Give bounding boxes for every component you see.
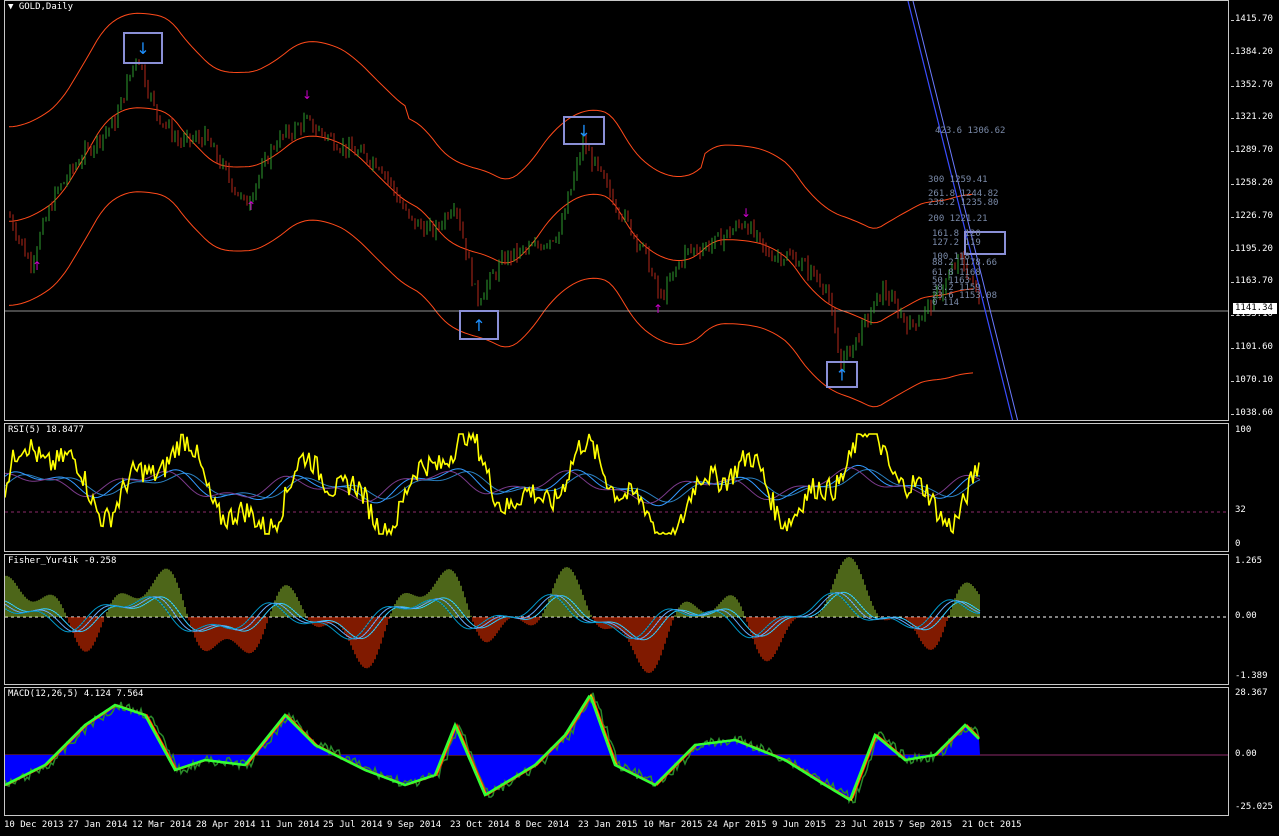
time-axis-tick: 23 Jan 2015 <box>578 820 638 830</box>
time-axis-tick: 8 Dec 2014 <box>515 820 570 830</box>
fisher-axis: 1.265 0.00 -1.389 <box>1231 554 1279 685</box>
price-axis-tick: 1226.70 <box>1235 210 1273 221</box>
time-axis-tick: 28 Apr 2014 <box>196 820 256 830</box>
envelope-upper <box>8 12 974 229</box>
macd-axis: 28.367 0.00 -25.025 <box>1231 687 1279 816</box>
fisher-axis-bottom: -1.389 <box>1235 671 1268 681</box>
price-axis-tick: 1101.60 <box>1235 342 1273 352</box>
price-axis-tick: 1384.20 <box>1235 46 1273 57</box>
fibo-level-label: 88.2 1178.66 <box>932 258 998 268</box>
macd-label: MACD(12,26,5) 4.124 7.564 <box>8 689 144 699</box>
macd-axis-top: 28.367 <box>1235 688 1268 698</box>
rsi-axis-100: 100 <box>1235 425 1252 435</box>
price-axis-tickmark <box>1231 184 1234 185</box>
rsi-line <box>5 431 980 537</box>
minor-up-arrow-icon: ↑ <box>246 199 256 213</box>
fibo-level-label: 300 1259.41 <box>928 175 988 185</box>
fibo-level-label: 238.2 1235.80 <box>928 198 999 208</box>
fisher-label: Fisher_Yur4ik -0.258 <box>8 556 117 566</box>
price-axis-tickmark <box>1231 216 1234 218</box>
price-axis-tick: 1163.70 <box>1235 276 1273 287</box>
rsi-axis-32: 32 <box>1235 505 1246 515</box>
current-price-tag: 1141.34 <box>1233 303 1277 314</box>
minor-up-arrow-icon: ↑ <box>653 302 663 316</box>
macd-canvas[interactable] <box>5 688 1229 816</box>
trend-line-2 <box>912 1 1019 420</box>
envelope-lower <box>8 191 974 408</box>
macd-pane[interactable]: MACD(12,26,5) 4.124 7.564 <box>4 687 1229 816</box>
price-axis-tickmark <box>1231 380 1234 382</box>
fibo-level-label: 423.6 1306.62 <box>935 126 1006 136</box>
price-axis-tickmark <box>1231 20 1234 21</box>
time-axis-tick: 12 Mar 2014 <box>132 820 192 830</box>
price-axis-tick: 1258.20 <box>1235 178 1273 188</box>
price-axis-tick: 1070.10 <box>1235 374 1273 385</box>
price-axis-tick: 1415.70 <box>1235 14 1273 24</box>
fisher-pane[interactable]: Fisher_Yur4ik -0.258 <box>4 554 1229 685</box>
fisher-axis-zero: 0.00 <box>1235 611 1257 621</box>
price-axis: 1415.70 1384.20 1352.70 1321.20 1289.70 1258.… <box>1231 0 1279 421</box>
time-axis-tick: 24 Apr 2015 <box>707 820 767 830</box>
price-axis-tick: 1038.60 <box>1235 407 1273 418</box>
sell-arrow-icon: ↓ <box>136 39 149 58</box>
macd-axis-bottom: -25.025 <box>1235 802 1273 812</box>
time-axis-tick: 9 Jun 2015 <box>772 820 827 830</box>
time-axis-tick: 23 Jul 2015 <box>835 820 895 830</box>
price-axis-tick: 1289.70 <box>1235 145 1273 156</box>
price-axis-tickmark <box>1231 52 1234 54</box>
fibo-level-label: 200 1221.21 <box>928 214 988 224</box>
time-axis-tick: 25 Jul 2014 <box>323 820 383 830</box>
time-axis-tick: 21 Oct 2015 <box>962 820 1022 830</box>
chart-menu-icon[interactable]: ▼ <box>8 2 13 12</box>
rsi-axis-0: 0 <box>1235 539 1241 549</box>
buy-arrow-icon: ↑ <box>835 366 848 385</box>
price-chart-canvas[interactable]: ↓ ↓ ↑ ↑ ↑ ↓ ↑ ↓ ↑ <box>5 1 1229 421</box>
chart-title: ▼ GOLD,Daily <box>8 2 73 12</box>
sell-arrow-icon: ↓ <box>577 122 590 141</box>
time-axis-tick: 9 Sep 2014 <box>387 820 442 830</box>
price-axis-tick: 1321.20 <box>1235 112 1273 123</box>
fisher-canvas[interactable] <box>5 555 1229 685</box>
fisher-axis-top: 1.265 <box>1235 556 1263 566</box>
rsi-label: RSI(5) 18.8477 <box>8 425 84 435</box>
price-axis-tick: 1352.70 <box>1235 79 1273 90</box>
fibo-level-label: 0 114 <box>932 298 960 308</box>
envelope-middle <box>8 107 974 324</box>
rsi-canvas[interactable] <box>5 424 1229 552</box>
rsi-pane[interactable]: RSI(5) 18.8477 <box>4 423 1229 552</box>
minor-up-arrow-icon: ↑ <box>32 259 42 273</box>
rsi-axis: 100 32 0 <box>1231 423 1279 552</box>
price-axis-tickmark <box>1231 118 1234 120</box>
macd-axis-zero: 0.00 <box>1235 749 1257 759</box>
price-axis-tickmark <box>1231 413 1234 415</box>
price-axis-tickmark <box>1231 348 1234 349</box>
time-axis-tick: 10 Mar 2015 <box>643 820 703 830</box>
price-axis-tickmark <box>1231 151 1234 153</box>
chart-title-text: GOLD,Daily <box>18 2 74 12</box>
trend-line-1 <box>907 1 1014 420</box>
price-axis-tickmark <box>1231 282 1234 284</box>
time-axis-tick: 23 Oct 2014 <box>450 820 510 830</box>
price-axis-tickmark <box>1231 249 1234 251</box>
price-axis-tickmark <box>1231 315 1234 317</box>
time-axis-tick: 10 Dec 2013 <box>4 820 64 830</box>
fibo-level-label: 127.2 119 <box>932 238 981 248</box>
minor-down-arrow-icon: ↓ <box>302 88 312 102</box>
buy-arrow-icon: ↑ <box>472 316 485 335</box>
minor-down-arrow-icon: ↓ <box>741 206 751 220</box>
time-axis-tick: 11 Jun 2014 <box>260 820 320 830</box>
price-chart-pane[interactable]: ▼ GOLD,Daily ↓ ↓ ↑ ↑ ↑ ↓ ↑ ↓ ↑ <box>4 0 1229 421</box>
time-axis: 10 Dec 2013 27 Jan 2014 12 Mar 2014 28 Apr … <box>0 816 1279 836</box>
time-axis-tick: 27 Jan 2014 <box>68 820 128 830</box>
price-axis-tickmark <box>1231 85 1234 87</box>
price-axis-tick: 1195.20 <box>1235 243 1273 254</box>
time-axis-tick: 7 Sep 2015 <box>898 820 953 830</box>
